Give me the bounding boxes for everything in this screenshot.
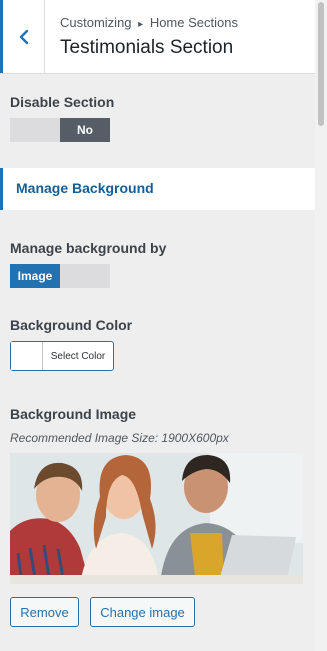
background-image-label: Background Image <box>10 406 137 422</box>
toggle-option-color[interactable]: Color <box>60 264 110 288</box>
back-button[interactable] <box>0 0 45 73</box>
manage-background-section-link[interactable]: Manage Background <box>0 168 315 210</box>
breadcrumb-current: Home Sections <box>149 15 238 30</box>
toggle-option-no[interactable]: No <box>60 118 110 142</box>
change-image-button[interactable]: Change image <box>90 597 195 627</box>
background-color-label: Background Color <box>10 317 133 333</box>
color-swatch <box>11 342 43 370</box>
panel-header: Customizing ▸ Home Sections Testimonials… <box>0 0 315 74</box>
toggle-option-yes[interactable]: Yes <box>10 118 60 142</box>
breadcrumb: Customizing ▸ Home Sections <box>60 15 238 30</box>
remove-image-button[interactable]: Remove <box>10 597 79 627</box>
manage-background-by-toggle[interactable]: Image Color <box>10 264 110 288</box>
customizer-panel: Customizing ▸ Home Sections Testimonials… <box>0 0 315 651</box>
manage-background-by-label: Manage background by <box>10 240 167 256</box>
disable-section-label: Disable Section <box>10 94 115 110</box>
breadcrumb-parent: Customizing <box>60 15 132 30</box>
manage-background-label: Manage Background <box>16 180 154 196</box>
breadcrumb-separator: ▸ <box>138 19 144 30</box>
background-image-preview <box>10 453 303 584</box>
chevron-left-icon <box>19 29 29 45</box>
scrollbar-thumb[interactable] <box>318 2 324 126</box>
disable-section-toggle[interactable]: Yes No <box>10 118 110 142</box>
page-title: Testimonials Section <box>60 37 234 58</box>
image-size-hint: Recommended Image Size: 1900X600px <box>10 431 229 445</box>
toggle-option-image[interactable]: Image <box>10 264 60 288</box>
select-color-label: Select Color <box>50 350 106 362</box>
select-color-button[interactable]: Select Color <box>10 341 114 371</box>
